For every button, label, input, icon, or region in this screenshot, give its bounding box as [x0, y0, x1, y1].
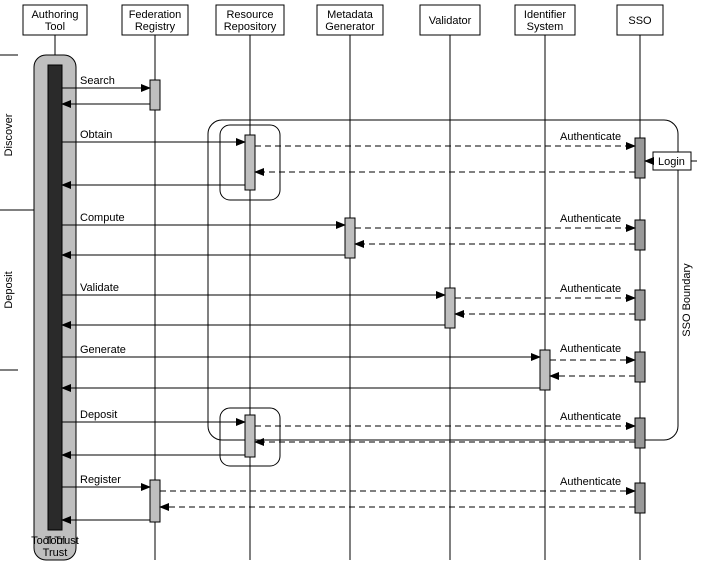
svg-text:Authenticate: Authenticate [560, 343, 621, 355]
sequence-diagram: AuthoringTool FederationRegistry Resourc… [0, 0, 701, 570]
msg-search: Search [80, 75, 115, 87]
svg-text:IdentifierSystem: IdentifierSystem [524, 9, 567, 33]
svg-text:ResourceRepository: ResourceRepository [224, 9, 277, 33]
msg-validate: Validate [80, 282, 119, 294]
activation-resource-obtain [245, 135, 255, 190]
login-label: Login [658, 156, 685, 168]
participant-header-authoring: AuthoringTool [23, 5, 87, 35]
msg-auth-1: Authenticate [560, 131, 621, 143]
svg-text:ToolTrust: ToolTrust [43, 535, 68, 559]
sso-boundary [208, 120, 678, 440]
participant-header-federation: FederationRegistry [122, 5, 188, 35]
svg-text:Authenticate: Authenticate [560, 213, 621, 225]
activation-resource-deposit [245, 415, 255, 457]
msg-deposit: Deposit [80, 409, 117, 421]
participant-header-metadata: MetadataGenerator [317, 5, 383, 35]
msg-obtain: Obtain [80, 129, 112, 141]
svg-text:SSO: SSO [628, 15, 652, 27]
svg-text:Authenticate: Authenticate [560, 283, 621, 295]
svg-text:FederationRegistry: FederationRegistry [129, 9, 182, 33]
participant-header-sso: SSO [617, 5, 663, 35]
svg-text:Authenticate: Authenticate [560, 411, 621, 423]
participant-header-resource: ResourceRepository [216, 5, 284, 35]
participant-header-identifier: IdentifierSystem [515, 5, 575, 35]
activation-federation-register [150, 480, 160, 522]
activation-identifier [540, 350, 550, 390]
activation-metadata [345, 218, 355, 258]
activation-sso-1 [635, 138, 645, 178]
svg-text:Authenticate: Authenticate [560, 476, 621, 488]
phase-discover: Discover [3, 113, 15, 156]
activation-federation-search [150, 80, 160, 110]
msg-register: Register [80, 474, 121, 486]
phase-deposit: Deposit [3, 271, 15, 308]
authoring-activation [48, 65, 62, 530]
activation-validator [445, 288, 455, 328]
participant-header-validator: Validator [420, 5, 480, 35]
svg-text:Validator: Validator [429, 15, 472, 27]
svg-text:MetadataGenerator: MetadataGenerator [325, 9, 375, 33]
msg-generate: Generate [80, 344, 126, 356]
msg-compute: Compute [80, 212, 125, 224]
sso-boundary-label: SSO Boundary [681, 263, 693, 337]
